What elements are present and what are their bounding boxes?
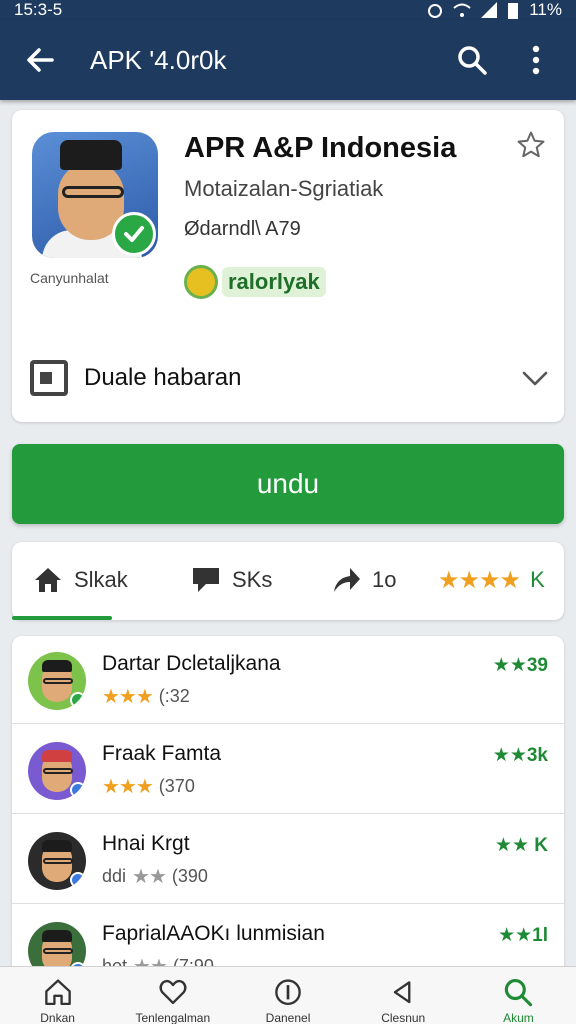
review-rating: ★★3k bbox=[492, 745, 548, 766]
review-stars: ★★★ bbox=[102, 686, 154, 708]
tab-indicator bbox=[12, 616, 112, 620]
search-icon bbox=[505, 979, 533, 1007]
info-icon bbox=[275, 979, 301, 1006]
nav-label: Tenlengalman bbox=[135, 1011, 211, 1024]
nav-home[interactable]: Dnkan bbox=[0, 967, 115, 1024]
heart-icon bbox=[159, 979, 187, 1005]
app-badge: ralorlyak bbox=[184, 262, 326, 302]
nav-info[interactable]: Danenel bbox=[230, 967, 345, 1024]
search-icon bbox=[458, 46, 487, 75]
rating-stars: ★★★★ bbox=[438, 566, 521, 594]
arrow-left-icon bbox=[27, 48, 54, 72]
avatar bbox=[28, 652, 86, 710]
list-item[interactable]: Dartar Dcletaljkana ★★★ (:32 ★★39 bbox=[12, 636, 564, 724]
app-icon bbox=[32, 132, 158, 258]
review-author: Fraak Famta bbox=[102, 742, 222, 765]
more-vert-icon bbox=[532, 45, 540, 75]
review-meta: ddi ★★ (390 bbox=[102, 864, 208, 889]
download-info-label: Duale habaran bbox=[84, 364, 242, 391]
review-rating: ★★39 bbox=[492, 655, 548, 676]
nav-favorites[interactable]: Tenlengalman bbox=[115, 967, 230, 1024]
review-count: (390 bbox=[171, 866, 208, 886]
nav-label: Danenel bbox=[265, 1011, 311, 1024]
verified-badge-icon bbox=[70, 692, 86, 708]
signal-icon bbox=[481, 2, 498, 18]
verified-badge-icon bbox=[70, 782, 86, 798]
verified-check-icon bbox=[112, 212, 156, 256]
review-author: Dartar Dcletaljkana bbox=[102, 652, 281, 675]
favorite-button[interactable] bbox=[516, 130, 546, 160]
install-button[interactable]: undu bbox=[12, 444, 564, 524]
review-meta: ★★★ (370 bbox=[102, 774, 195, 799]
review-author: FaprialAAOKı lunmisian bbox=[102, 922, 325, 945]
badge-icon bbox=[184, 265, 218, 299]
download-info-row[interactable]: Duale habaran bbox=[30, 356, 550, 400]
review-stars: ★★ bbox=[132, 866, 167, 888]
star-outline-icon bbox=[517, 131, 545, 158]
tab-rating[interactable]: ★★★★ K bbox=[438, 560, 545, 600]
nav-label: Dnkan bbox=[40, 1011, 75, 1024]
battery-icon bbox=[508, 3, 519, 19]
comment-icon bbox=[193, 568, 219, 592]
badge-label: ralorlyak bbox=[222, 267, 326, 297]
reviews-list: Dartar Dcletaljkana ★★★ (:32 ★★39 Fraak … bbox=[12, 636, 564, 976]
share-icon bbox=[334, 568, 360, 592]
home-icon bbox=[35, 568, 61, 592]
alarm-icon bbox=[428, 4, 443, 18]
more-options-button[interactable] bbox=[514, 38, 558, 82]
chevron-down-icon bbox=[522, 371, 548, 386]
back-button[interactable] bbox=[18, 38, 62, 82]
review-rating: ★★ K bbox=[494, 835, 548, 856]
home-icon bbox=[44, 979, 71, 1006]
tab-label: 1o bbox=[372, 567, 397, 592]
nav-back[interactable]: Clesnun bbox=[346, 967, 461, 1024]
review-stars: ★★★ bbox=[102, 776, 154, 798]
tab-label: SKs bbox=[232, 567, 273, 592]
document-icon bbox=[30, 360, 68, 396]
developer-caption: Canyunhalat bbox=[30, 270, 109, 286]
status-bar: 15:3-5 11% bbox=[0, 0, 576, 20]
bottom-navigation: Dnkan Tenlengalman Danenel Clesnun Akum bbox=[0, 966, 576, 1024]
tab-reviews[interactable]: SKs bbox=[190, 560, 272, 600]
tab-label: K bbox=[530, 567, 545, 592]
list-item[interactable]: Fraak Famta ★★★ (370 ★★3k bbox=[12, 726, 564, 814]
avatar bbox=[28, 832, 86, 890]
verified-badge-icon bbox=[70, 872, 86, 888]
nav-search[interactable]: Akum bbox=[461, 967, 576, 1024]
status-time: 15:3-5 bbox=[14, 0, 63, 19]
top-app-bar: APK '4.0r0k bbox=[0, 20, 576, 100]
review-count: (:32 bbox=[158, 686, 190, 706]
app-meta: Ødarndl\ A79 bbox=[184, 218, 301, 240]
nav-label: Clesnun bbox=[381, 1011, 426, 1024]
app-info-card: Canyunhalat APR A&P Indonesia Motaizalan… bbox=[12, 110, 564, 422]
wifi-icon bbox=[453, 3, 471, 17]
tab-share[interactable]: 1o bbox=[330, 560, 396, 600]
list-item[interactable]: Hnai Krgt ddi ★★ (390 ★★ K bbox=[12, 816, 564, 904]
battery-level: 11% bbox=[529, 0, 562, 19]
tab-overview[interactable]: Slkak bbox=[32, 560, 128, 600]
review-prefix: ddi bbox=[102, 866, 127, 886]
app-name: APR A&P Indonesia bbox=[184, 132, 457, 164]
page-title: APK '4.0r0k bbox=[90, 44, 227, 75]
app-subtitle: Motaizalan-Sgriatiak bbox=[184, 176, 384, 201]
tabs-card: Slkak SKs 1o ★★★★ K bbox=[12, 542, 564, 620]
avatar bbox=[28, 742, 86, 800]
review-rating: ★★1l bbox=[498, 925, 548, 946]
review-count: (370 bbox=[158, 776, 195, 796]
status-icons: 11% bbox=[427, 0, 562, 20]
review-author: Hnai Krgt bbox=[102, 832, 190, 855]
search-button[interactable] bbox=[450, 38, 494, 82]
review-meta: ★★★ (:32 bbox=[102, 684, 190, 709]
back-triangle-icon bbox=[393, 981, 411, 1004]
tab-label: Slkak bbox=[74, 567, 128, 592]
nav-label: Akum bbox=[503, 1011, 534, 1024]
